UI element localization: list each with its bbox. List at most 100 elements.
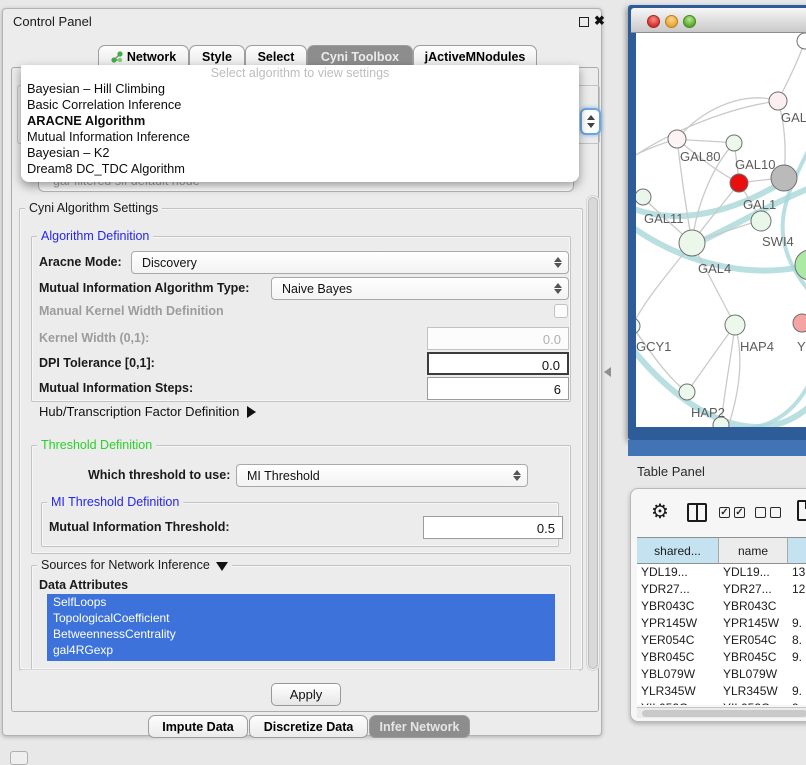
vertical-scrollbar[interactable]	[586, 195, 600, 671]
table-panel-title: Table Panel	[637, 464, 705, 479]
checked-checkbox-icon[interactable]: ✓	[734, 507, 745, 518]
group-title: Sources for Network Inference	[41, 558, 210, 572]
algorithm-option-selected[interactable]: ARACNE Algorithm	[27, 113, 145, 128]
cell	[788, 666, 806, 683]
network-view-window: GAL GAL80 GAL10 GAL1 GAL11 SWI4 GAL4 GCY…	[628, 5, 806, 440]
column-header[interactable]: shared...	[637, 537, 719, 564]
mi-threshold-field[interactable]: 0.5	[423, 516, 563, 539]
network-node[interactable]	[769, 92, 787, 110]
table-row[interactable]: YLR345WYLR345W9.	[637, 683, 806, 700]
tab-label: Cyni Toolbox	[321, 50, 399, 64]
table-rows: YDL19...YDL19...13 YDR27...YDR27...12 YB…	[637, 564, 806, 705]
node-label: SWI4	[762, 234, 794, 249]
network-node[interactable]	[636, 318, 640, 334]
column-header[interactable]: A	[788, 537, 806, 564]
network-node[interactable]	[725, 315, 745, 335]
network-canvas[interactable]: GAL GAL80 GAL10 GAL1 GAL11 SWI4 GAL4 GCY…	[636, 33, 806, 427]
list-item-selected[interactable]: gal4RGexp	[53, 643, 113, 659]
mi-type-combobox[interactable]: Naive Bayes	[271, 277, 569, 300]
gear-icon[interactable]: ⚙	[651, 499, 669, 524]
checked-checkbox-icon[interactable]: ✓	[719, 507, 730, 518]
network-edge[interactable]	[778, 41, 805, 101]
column-header[interactable]: name	[719, 537, 788, 564]
table-row[interactable]: YER054CYER054C8.	[637, 632, 806, 649]
cell: 9	[788, 700, 806, 705]
aracne-mode-label: Aracne Mode:	[39, 255, 122, 269]
tab-infer-network[interactable]: Infer Network	[369, 715, 470, 738]
network-edge[interactable]	[687, 325, 735, 392]
dpi-tolerance-field[interactable]: 0.0	[427, 352, 569, 375]
table-row[interactable]: YBR043CYBR043C	[637, 598, 806, 615]
mi-steps-field[interactable]: 6	[427, 377, 569, 400]
network-node[interactable]	[636, 189, 651, 205]
split-columns-icon[interactable]	[687, 503, 707, 522]
vertical-scrollbar-thumb[interactable]	[588, 197, 598, 669]
network-node[interactable]	[797, 33, 806, 49]
minimize-traffic-light[interactable]	[665, 15, 678, 28]
which-threshold-combobox[interactable]: MI Threshold	[236, 464, 528, 487]
apply-button[interactable]: Apply	[271, 683, 341, 706]
cell: YDR27...	[637, 581, 719, 598]
node-label: GAL4	[698, 261, 731, 276]
close-icon[interactable]: ✖	[594, 13, 605, 29]
algorithm-combobox-spinner[interactable]	[580, 108, 601, 135]
tab-impute-data[interactable]: Impute Data	[148, 715, 248, 738]
table-horizontal-scrollbar[interactable]	[637, 707, 806, 718]
algorithm-option[interactable]: Basic Correlation Inference	[27, 97, 181, 112]
table-row[interactable]: YBR045CYBR045C9.	[637, 649, 806, 666]
network-edge[interactable]	[692, 243, 735, 325]
unchecked-checkbox-icon[interactable]	[770, 507, 781, 518]
table-row[interactable]: YBL079WYBL079W	[637, 666, 806, 683]
sources-group-title[interactable]: Sources for Network Inference	[37, 558, 232, 572]
table-row[interactable]: YIL052CYIL052C9	[637, 700, 806, 705]
list-item-selected[interactable]: BetweennessCentrality	[53, 627, 176, 643]
node-label: GAL1	[743, 197, 776, 212]
control-panel-window: Control Panel ✖ Network Style Select Cyn…	[2, 8, 602, 736]
network-node[interactable]	[751, 211, 771, 231]
close-traffic-light[interactable]	[647, 15, 660, 28]
document-icon[interactable]	[797, 500, 806, 521]
algorithm-option[interactable]: Mutual Information Inference	[27, 129, 190, 144]
algorithm-option[interactable]: Bayesian – K2	[27, 145, 110, 160]
cell: 9.	[788, 649, 806, 666]
panel-divider-handle[interactable]	[604, 367, 611, 377]
window-title: Control Panel	[13, 14, 92, 29]
network-node[interactable]	[793, 314, 806, 332]
corner-button[interactable]	[10, 751, 28, 765]
hub-definition-expander[interactable]: Hub/Transcription Factor Definition	[39, 404, 256, 419]
node-label: GAL11	[644, 211, 684, 226]
node-label: HAP2	[691, 405, 725, 420]
data-attributes-list: SelfLoops TopologicalCoefficient Between…	[47, 594, 555, 661]
zoom-traffic-light[interactable]	[683, 15, 696, 28]
tab-label: Impute Data	[162, 720, 234, 734]
table-row[interactable]: YDL19...YDL19...13	[637, 564, 806, 581]
horizontal-scrollbar[interactable]	[17, 669, 583, 671]
data-attributes-label: Data Attributes	[39, 578, 128, 592]
float-window-icon[interactable]	[579, 17, 589, 27]
algorithm-option[interactable]: Bayesian – Hill Climbing	[27, 81, 165, 96]
mi-type-label: Mutual Information Algorithm Type:	[39, 281, 249, 295]
unchecked-checkbox-icon[interactable]	[755, 507, 766, 518]
network-node[interactable]	[730, 174, 748, 192]
kernel-width-field[interactable]: 0.0	[427, 327, 569, 350]
network-edge[interactable]	[728, 325, 740, 427]
manual-kernel-checkbox[interactable]	[554, 304, 568, 318]
table-row[interactable]: YDR27...YDR27...12	[637, 581, 806, 598]
tab-label: Network	[127, 50, 176, 64]
table-horizontal-scrollbar-thumb[interactable]	[642, 710, 806, 717]
collapse-arrow-icon	[216, 562, 228, 571]
table-row[interactable]: YPR145WYPR145W9.	[637, 615, 806, 632]
aracne-mode-combobox[interactable]: Discovery	[131, 251, 569, 274]
tab-discretize-data[interactable]: Discretize Data	[249, 715, 368, 738]
list-item-selected[interactable]: SelfLoops	[53, 595, 106, 611]
cell: YLR345W	[637, 683, 719, 700]
network-node[interactable]	[726, 135, 742, 151]
cell: YDR27...	[719, 581, 788, 598]
list-item-selected[interactable]: TopologicalCoefficient	[53, 611, 170, 627]
dpi-tolerance-label: DPI Tolerance [0,1]:	[39, 356, 155, 370]
network-node[interactable]	[668, 130, 686, 148]
network-node[interactable]	[679, 384, 695, 400]
algorithm-option[interactable]: Dream8 DC_TDC Algorithm	[27, 161, 185, 176]
network-node[interactable]	[679, 230, 705, 256]
cell: 9.	[788, 615, 806, 632]
